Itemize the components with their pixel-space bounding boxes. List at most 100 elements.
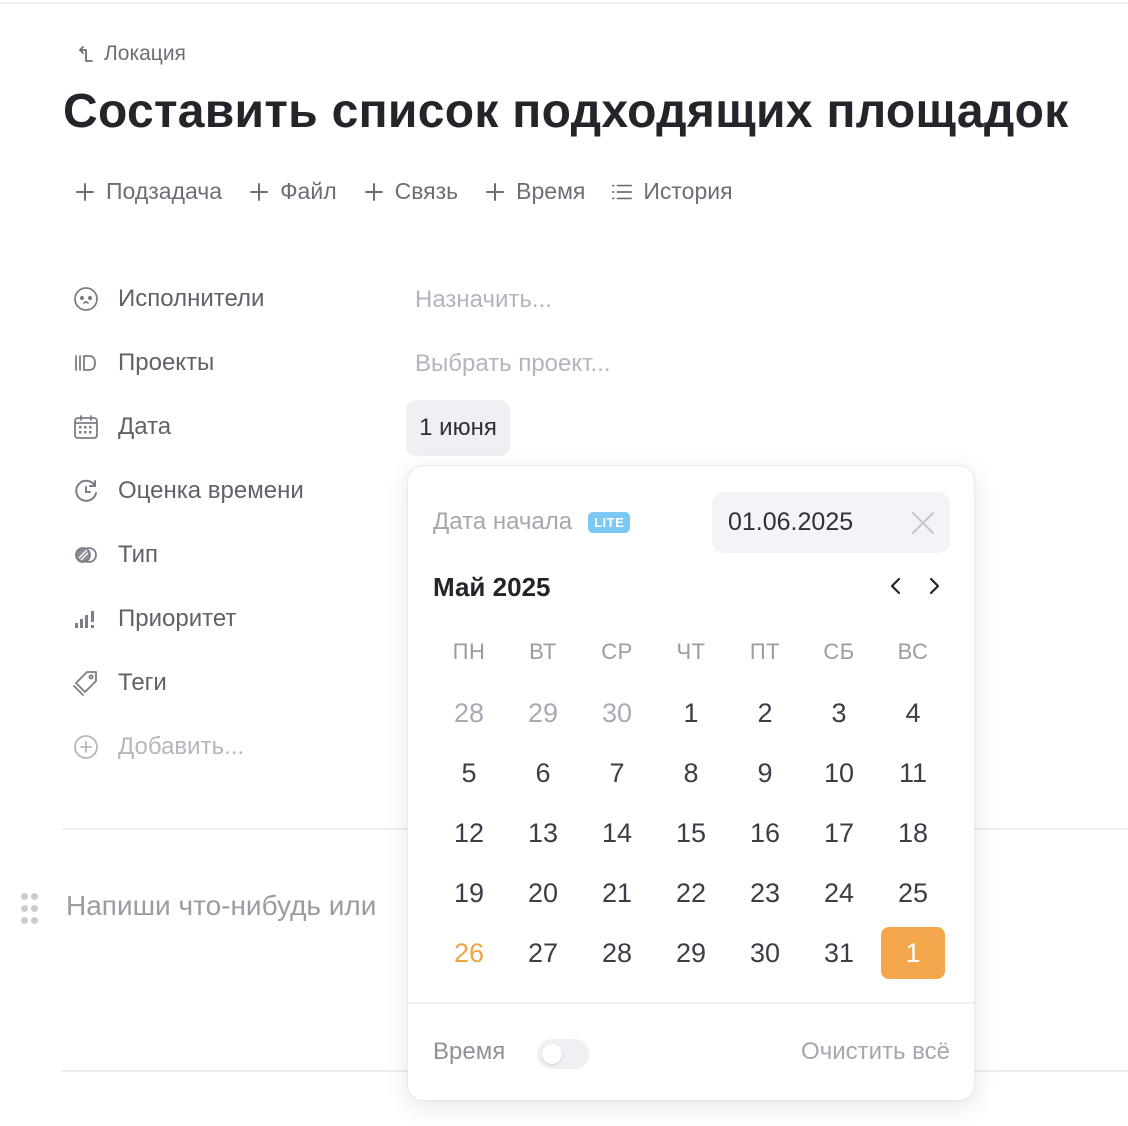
calendar-day[interactable]: 9 [733, 747, 797, 799]
time-toggle[interactable] [537, 1039, 589, 1069]
plus-icon [250, 182, 269, 201]
add-link-label: Связь [394, 178, 459, 204]
assignees-value[interactable]: Назначить... [415, 286, 552, 314]
prev-month-button[interactable] [884, 572, 908, 600]
calendar-day[interactable]: 10 [807, 747, 871, 799]
calendar-day[interactable]: 17 [807, 807, 871, 859]
calendar-day[interactable]: 13 [511, 807, 575, 859]
start-date-label: Дата начала [433, 508, 573, 535]
time-label: Время [433, 1038, 506, 1065]
add-subtask-label: Подзадача [106, 178, 223, 204]
property-type[interactable]: Тип [72, 531, 402, 579]
weekday-label: ЧТ [676, 639, 706, 664]
calendar-day[interactable]: 25 [881, 867, 945, 919]
calendar-day[interactable]: 1 [659, 687, 723, 739]
clear-all-button[interactable]: Очистить всё [801, 1038, 950, 1066]
calendar-day[interactable]: 18 [881, 807, 945, 859]
calendar-day[interactable]: 20 [511, 867, 575, 919]
assignee-face-icon [74, 287, 98, 311]
calendar-icon [74, 415, 98, 439]
parent-task-link[interactable]: Локация [76, 42, 186, 66]
chevron-left-icon [890, 577, 901, 595]
add-property-button[interactable]: Добавить... [72, 723, 402, 771]
add-subtask-button[interactable]: Подзадача [74, 178, 222, 205]
calendar-day[interactable]: 7 [585, 747, 649, 799]
calendar-day[interactable]: 28 [585, 927, 649, 979]
calendar-day[interactable]: 23 [733, 867, 797, 919]
add-time-label: Время [516, 178, 586, 204]
calendar-day[interactable]: 6 [511, 747, 575, 799]
calendar-day[interactable]: 11 [881, 747, 945, 799]
property-projects[interactable]: Проекты [72, 339, 402, 387]
history-button[interactable]: История [611, 178, 733, 205]
add-file-button[interactable]: Файл [248, 178, 337, 205]
calendar-day[interactable]: 26 [437, 927, 501, 979]
calendar-day[interactable]: 21 [585, 867, 649, 919]
property-date[interactable]: Дата [72, 403, 402, 451]
calendar-day[interactable]: 19 [437, 867, 501, 919]
task-title[interactable]: Составить список подходящих площадок [63, 84, 1069, 139]
calendar-day[interactable]: 30 [585, 687, 649, 739]
close-icon[interactable] [910, 510, 936, 536]
type-label: Тип [118, 541, 159, 568]
lite-badge: LITE [588, 511, 631, 533]
calendar-day[interactable]: 30 [733, 927, 797, 979]
tags-label: Теги [118, 669, 167, 696]
start-date-row: Дата начала LITE [433, 508, 631, 536]
calendar-day[interactable]: 8 [659, 747, 723, 799]
type-circles-icon [75, 547, 97, 563]
weekday-label: ВС [897, 639, 929, 664]
top-border [0, 2, 1128, 4]
date-value-chip[interactable]: 1 июня [406, 400, 510, 456]
calendar-day[interactable]: 4 [881, 687, 945, 739]
calendar-day[interactable]: 29 [659, 927, 723, 979]
next-month-button[interactable] [922, 572, 946, 600]
date-input-value: 01.06.2025 [728, 508, 854, 536]
weekday-label: ПН [452, 639, 486, 664]
weekday-label: СР [601, 639, 633, 664]
calendar-day[interactable]: 14 [585, 807, 649, 859]
calendar-day[interactable]: 16 [733, 807, 797, 859]
tag-icon [73, 671, 97, 696]
weekday-label: ПТ [749, 639, 781, 664]
weekday-label: ВТ [529, 639, 557, 664]
calendar-day[interactable]: 2 [733, 687, 797, 739]
parent-task-label: Локация [104, 42, 186, 65]
drag-handle-icon[interactable] [21, 893, 39, 925]
add-property-label: Добавить... [118, 733, 245, 760]
add-time-button[interactable]: Время [484, 178, 585, 205]
popover-divider [408, 1002, 974, 1004]
calendar-day[interactable]: 22 [659, 867, 723, 919]
calendar-day[interactable]: 28 [437, 687, 501, 739]
calendar-day[interactable]: 15 [659, 807, 723, 859]
date-input[interactable]: 01.06.2025 [712, 492, 950, 553]
property-estimate[interactable]: Оценка времени [72, 467, 402, 515]
assignees-label: Исполнители [118, 285, 265, 312]
list-icon [612, 184, 633, 199]
return-arrow-icon [79, 46, 93, 62]
calendar-day[interactable]: 12 [437, 807, 501, 859]
projects-icon [75, 355, 96, 371]
calendar-day[interactable]: 29 [511, 687, 575, 739]
property-tags[interactable]: Теги [72, 659, 402, 707]
estimate-refresh-icon [75, 479, 97, 502]
property-priority[interactable]: Приоритет [72, 595, 402, 643]
property-assignees[interactable]: Исполнители [72, 275, 402, 323]
calendar-day[interactable]: 24 [807, 867, 871, 919]
calendar-day[interactable]: 3 [807, 687, 871, 739]
calendar-day[interactable]: 5 [437, 747, 501, 799]
plus-circle-icon [74, 735, 98, 759]
add-link-button[interactable]: Связь [363, 178, 459, 205]
date-picker-popover: Дата начала LITE 01.06.2025 Май 2025 ПН В… [407, 465, 975, 1101]
weekday-label: СБ [823, 639, 855, 664]
calendar-day[interactable]: 31 [807, 927, 871, 979]
projects-value[interactable]: Выбрать проект... [415, 350, 610, 378]
calendar-day[interactable]: 27 [511, 927, 575, 979]
estimate-label: Оценка времени [118, 477, 304, 504]
add-file-label: Файл [280, 178, 337, 204]
plus-icon [486, 182, 505, 201]
priority-bars-icon [75, 611, 94, 628]
editor-placeholder[interactable]: Напиши что-нибудь или [66, 890, 376, 922]
calendar-day[interactable]: 1 [881, 927, 945, 979]
date-label: Дата [118, 413, 172, 440]
